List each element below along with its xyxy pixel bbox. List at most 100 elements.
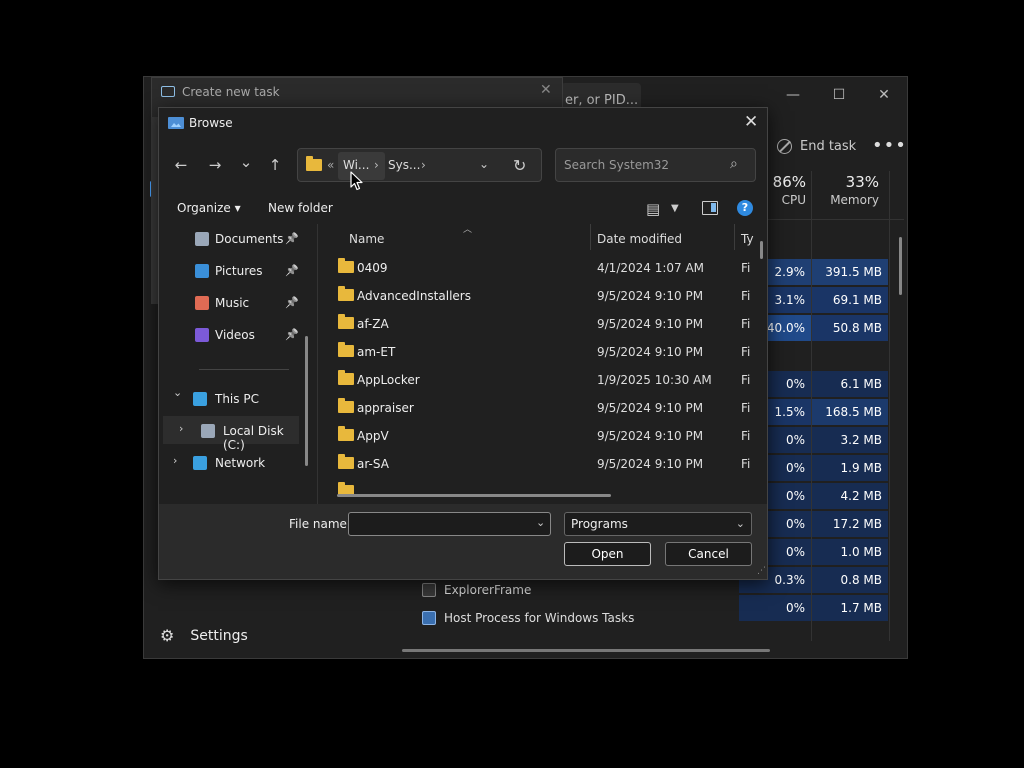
folder-icon: [338, 286, 354, 301]
column-separator[interactable]: [590, 224, 591, 250]
file-row-partial[interactable]: [319, 478, 759, 494]
pin-icon: 📌: [285, 232, 299, 245]
file-date: 4/1/2024 1:07 AM: [597, 261, 705, 275]
file-row[interactable]: AppLocker 1/9/2025 10:30 AM Fi: [319, 366, 759, 394]
close-button[interactable]: ✕: [540, 82, 552, 98]
file-name: 0409: [357, 261, 388, 275]
chevron-down-icon[interactable]: ⌄: [536, 516, 545, 529]
nav-item-documents[interactable]: Documents 📌: [159, 224, 309, 252]
nav-item-music[interactable]: Music 📌: [159, 288, 309, 316]
folder-icon: [338, 454, 354, 469]
close-button[interactable]: ✕: [744, 112, 758, 132]
breadcrumb-system32[interactable]: Sys...: [388, 158, 420, 172]
memory-value: 69.1 MB: [812, 287, 888, 313]
help-icon[interactable]: ?: [737, 200, 753, 216]
file-type-select[interactable]: Programs ⌄: [564, 512, 752, 536]
end-task-button[interactable]: End task: [777, 139, 856, 154]
process-row[interactable]: ExplorerFrame: [422, 583, 531, 597]
horizontal-scrollbar[interactable]: [337, 494, 611, 497]
nav-item-label: This PC: [215, 392, 259, 406]
file-type: Fi: [741, 401, 751, 415]
view-options-chevron-icon[interactable]: ▼: [671, 203, 679, 214]
file-row[interactable]: af-ZA 9/5/2024 9:10 PM Fi: [319, 310, 759, 338]
vertical-scrollbar[interactable]: [760, 241, 763, 259]
browse-icon: [168, 117, 184, 129]
file-row[interactable]: am-ET 9/5/2024 9:10 PM Fi: [319, 338, 759, 366]
breadcrumb-separator[interactable]: ›: [421, 158, 426, 172]
folder-icon: [338, 398, 354, 413]
file-type: Fi: [741, 457, 751, 471]
horizontal-scrollbar[interactable]: [402, 649, 770, 652]
music-icon: [195, 296, 209, 310]
process-name: Host Process for Windows Tasks: [444, 611, 635, 625]
address-bar[interactable]: « Wi... › Sys... › ⌄ ↻: [297, 148, 542, 182]
memory-value: 17.2 MB: [812, 511, 888, 537]
nav-item-label: Music: [215, 296, 250, 310]
back-button[interactable]: ←: [170, 154, 192, 176]
file-name-label: File name:: [289, 517, 351, 531]
chevron-down-icon[interactable]: ⌄: [479, 157, 489, 171]
memory-value: 4.2 MB: [812, 483, 888, 509]
up-button[interactable]: ↑: [264, 154, 286, 176]
memory-column-header[interactable]: 33% Memory: [822, 173, 879, 207]
view-details-icon[interactable]: ▤: [646, 200, 660, 218]
more-options-button[interactable]: •••: [872, 135, 907, 156]
file-name: ar-SA: [357, 457, 389, 471]
memory-value: 168.5 MB: [812, 399, 888, 425]
search-input[interactable]: [564, 158, 724, 172]
folder-icon: [338, 426, 354, 441]
file-row[interactable]: appraiser 9/5/2024 9:10 PM Fi: [319, 394, 759, 422]
column-name[interactable]: Name: [349, 232, 384, 246]
end-task-icon: [777, 139, 792, 154]
organize-button[interactable]: Organize ▾: [177, 201, 241, 215]
dialog-title: Browse: [189, 116, 233, 130]
file-row[interactable]: ar-SA 9/5/2024 9:10 PM Fi: [319, 450, 759, 478]
file-name: AdvancedInstallers: [357, 289, 471, 303]
breadcrumb-windows[interactable]: Wi...: [343, 158, 369, 172]
preview-pane-icon[interactable]: [702, 201, 718, 215]
breadcrumb-separator[interactable]: ›: [374, 158, 379, 172]
run-icon: [161, 86, 175, 97]
nav-item-this-pc[interactable]: ⌄ This PC: [159, 384, 309, 412]
refresh-icon[interactable]: ↻: [513, 156, 526, 175]
local-disk-icon: [201, 424, 215, 438]
minimize-button[interactable]: —: [770, 81, 816, 109]
forward-button[interactable]: →: [204, 154, 226, 176]
maximize-button[interactable]: ☐: [816, 81, 862, 109]
process-usage-row[interactable]: 0% 1.7 MB: [739, 595, 889, 623]
search-icon: ⌕: [730, 156, 738, 172]
open-button[interactable]: Open: [564, 542, 651, 566]
settings-nav-item[interactable]: ⚙ Settings: [160, 626, 248, 645]
file-row[interactable]: AppV 9/5/2024 9:10 PM Fi: [319, 422, 759, 450]
pane-divider[interactable]: [317, 224, 318, 504]
nav-item-pictures[interactable]: Pictures 📌: [159, 256, 309, 284]
file-row[interactable]: 0409 4/1/2024 1:07 AM Fi: [319, 254, 759, 282]
nav-item-network[interactable]: › Network: [159, 448, 309, 476]
close-button[interactable]: ✕: [861, 81, 907, 109]
vertical-scrollbar[interactable]: [899, 237, 902, 295]
cancel-button[interactable]: Cancel: [665, 542, 752, 566]
memory-value: 0.8 MB: [812, 567, 888, 593]
column-date-modified[interactable]: Date modified: [597, 232, 682, 246]
nav-item-videos[interactable]: Videos 📌: [159, 320, 309, 348]
recent-locations-button[interactable]: ⌄: [235, 151, 257, 173]
file-row[interactable]: AdvancedInstallers 9/5/2024 9:10 PM Fi: [319, 282, 759, 310]
column-type[interactable]: Ty: [741, 232, 754, 246]
process-row[interactable]: Host Process for Windows Tasks: [422, 611, 634, 625]
file-name-input[interactable]: [348, 512, 551, 536]
vertical-scrollbar[interactable]: [305, 336, 308, 466]
nav-item-local-disk[interactable]: › Local Disk (C:): [163, 416, 299, 452]
column-separator[interactable]: [734, 224, 735, 250]
sort-ascending-icon: ︿: [463, 225, 473, 235]
chevron-right-icon[interactable]: ›: [179, 422, 183, 435]
file-date: 9/5/2024 9:10 PM: [597, 457, 704, 471]
resize-grip-icon[interactable]: ⋰: [757, 566, 766, 576]
folder-icon: [338, 370, 354, 385]
search-box[interactable]: ⌕: [555, 148, 756, 182]
breadcrumb-overflow[interactable]: «: [327, 158, 334, 172]
file-name: appraiser: [357, 401, 414, 415]
chevron-right-icon[interactable]: ›: [173, 454, 177, 467]
file-name: AppV: [357, 429, 389, 443]
new-folder-button[interactable]: New folder: [268, 201, 333, 215]
chevron-down-icon[interactable]: ⌄: [173, 386, 182, 399]
